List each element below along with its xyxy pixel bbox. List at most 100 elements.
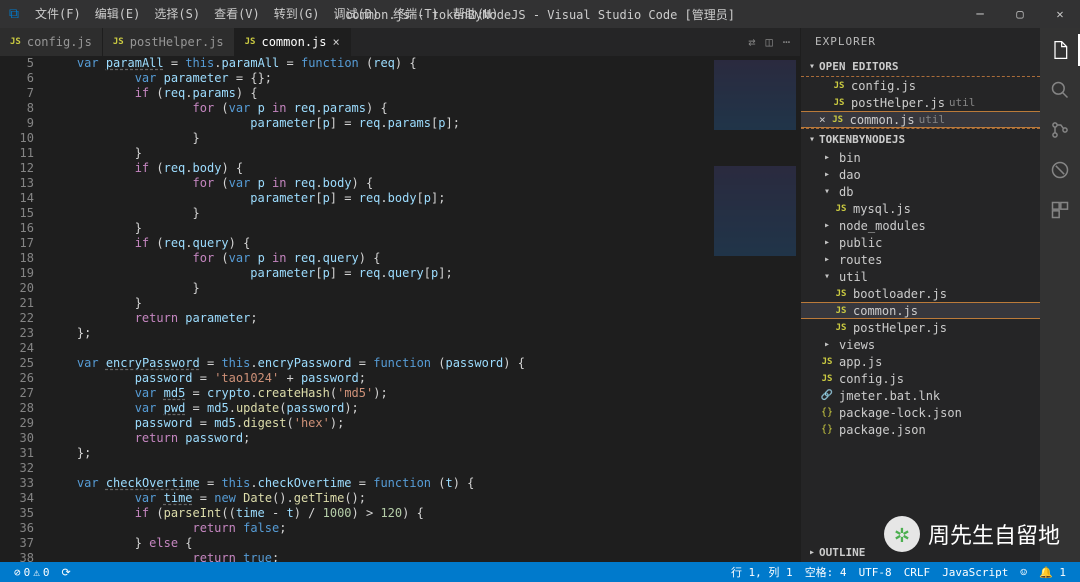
tree-node[interactable]: ▸bin — [801, 149, 1040, 166]
project-tree: ▸bin▸dao▾dbJSmysql.js▸node_modules▸publi… — [801, 149, 1040, 542]
code-line[interactable]: if (req.body) { — [48, 161, 800, 176]
code-line[interactable]: } — [48, 221, 800, 236]
json-icon: {} — [819, 405, 835, 421]
code-line[interactable]: password = 'tao1024' + password; — [48, 371, 800, 386]
code-line[interactable]: parameter[p] = req.query[p]; — [48, 266, 800, 281]
tree-node[interactable]: {}package.json — [801, 421, 1040, 438]
tree-node[interactable]: 🔗jmeter.bat.lnk — [801, 387, 1040, 404]
status-encoding[interactable]: UTF-8 — [853, 564, 898, 580]
tree-node[interactable]: ▾db — [801, 183, 1040, 200]
window-controls: ─ ▢ ✕ — [960, 0, 1080, 28]
code-line[interactable]: if (parseInt((time - t) / 1000) > 120) { — [48, 506, 800, 521]
close-button[interactable]: ✕ — [1040, 0, 1080, 28]
open-editor-item[interactable]: JSpostHelper.jsutil — [801, 94, 1040, 111]
tree-node[interactable]: {}package-lock.json — [801, 404, 1040, 421]
tab-postHelper-js[interactable]: JSpostHelper.js — [103, 28, 235, 56]
menu-item-4[interactable]: 转到(G) — [267, 0, 327, 28]
status-cursor[interactable]: 行 1, 列 1 — [725, 564, 799, 580]
chevron-right-icon: ▸ — [819, 167, 835, 183]
js-icon: JS — [831, 95, 847, 111]
outline-header[interactable]: ▸OUTLINE — [801, 542, 1040, 562]
tree-node[interactable]: JSapp.js — [801, 353, 1040, 370]
tree-node[interactable]: JSconfig.js — [801, 370, 1040, 387]
tree-node[interactable]: JSbootloader.js — [801, 285, 1040, 302]
tree-node[interactable]: ▸node_modules — [801, 217, 1040, 234]
source-control-icon[interactable] — [1048, 118, 1072, 142]
menu-item-0[interactable]: 文件(F) — [28, 0, 88, 28]
code-editor[interactable]: 5678910111213141516171819202122232425262… — [0, 56, 800, 562]
chevron-down-icon: ▾ — [819, 184, 835, 200]
code-line[interactable]: for (var p in req.body) { — [48, 176, 800, 191]
code-line[interactable]: }; — [48, 446, 800, 461]
more-icon[interactable]: ⋯ — [783, 35, 790, 49]
maximize-button[interactable]: ▢ — [1000, 0, 1040, 28]
code-line[interactable]: if (req.params) { — [48, 86, 800, 101]
tree-node[interactable]: JSmysql.js — [801, 200, 1040, 217]
code-line[interactable] — [48, 461, 800, 476]
code-line[interactable]: } — [48, 131, 800, 146]
tree-node[interactable]: JSpostHelper.js — [801, 319, 1040, 336]
status-errors[interactable]: ⊘0 ⚠0 — [8, 566, 56, 579]
tree-node[interactable]: ▾util — [801, 268, 1040, 285]
chevron-right-icon: ▸ — [819, 235, 835, 251]
code-line[interactable]: if (req.query) { — [48, 236, 800, 251]
tab-config-js[interactable]: JSconfig.js — [0, 28, 103, 56]
code-line[interactable]: var pwd = md5.update(password); — [48, 401, 800, 416]
menu-item-2[interactable]: 选择(S) — [147, 0, 207, 28]
status-sync[interactable]: ⟳ — [56, 566, 77, 579]
code-line[interactable]: } — [48, 146, 800, 161]
code-line[interactable]: password = md5.digest('hex'); — [48, 416, 800, 431]
close-icon[interactable]: × — [819, 113, 826, 126]
code-line[interactable] — [48, 341, 800, 356]
code-line[interactable]: } — [48, 296, 800, 311]
minimap[interactable] — [710, 56, 800, 562]
tree-node[interactable]: ▸public — [801, 234, 1040, 251]
code-line[interactable]: var md5 = crypto.createHash('md5'); — [48, 386, 800, 401]
code-line[interactable]: } — [48, 281, 800, 296]
status-notifications[interactable]: 🔔 1 — [1033, 564, 1072, 580]
status-feedback[interactable]: ☺ — [1014, 564, 1033, 580]
code-line[interactable]: for (var p in req.params) { — [48, 101, 800, 116]
code-line[interactable]: return parameter; — [48, 311, 800, 326]
open-editors-header[interactable]: ▾OPEN EDITORS — [801, 56, 1040, 76]
chevron-right-icon: ▸ — [819, 218, 835, 234]
close-icon[interactable]: × — [333, 35, 340, 49]
compare-icon[interactable]: ⇄ — [748, 35, 755, 49]
extensions-icon[interactable] — [1048, 198, 1072, 222]
tree-node[interactable]: ▸views — [801, 336, 1040, 353]
code-line[interactable]: }; — [48, 326, 800, 341]
code-line[interactable]: var checkOvertime = this.checkOvertime =… — [48, 476, 800, 491]
tree-node[interactable]: JScommon.js — [801, 302, 1040, 319]
code-line[interactable]: var time = new Date().getTime(); — [48, 491, 800, 506]
search-icon[interactable] — [1048, 78, 1072, 102]
open-editor-item[interactable]: ×JScommon.jsutil — [801, 111, 1040, 128]
open-editor-item[interactable]: JSconfig.js — [801, 77, 1040, 94]
files-icon[interactable] — [1048, 38, 1072, 62]
code-line[interactable]: } — [48, 206, 800, 221]
code-line[interactable]: var encryPassword = this.encryPassword =… — [48, 356, 800, 371]
code-line[interactable]: return false; — [48, 521, 800, 536]
tree-node[interactable]: ▸routes — [801, 251, 1040, 268]
debug-icon[interactable] — [1048, 158, 1072, 182]
split-icon[interactable]: ◫ — [766, 35, 773, 49]
menu-item-3[interactable]: 查看(V) — [207, 0, 267, 28]
code-line[interactable]: for (var p in req.query) { — [48, 251, 800, 266]
code-line[interactable]: } else { — [48, 536, 800, 551]
code-line[interactable]: return password; — [48, 431, 800, 446]
code-line[interactable]: var paramAll = this.paramAll = function … — [48, 56, 800, 71]
status-lang[interactable]: JavaScript — [936, 564, 1014, 580]
code-line[interactable]: parameter[p] = req.body[p]; — [48, 191, 800, 206]
status-eol[interactable]: CRLF — [898, 564, 937, 580]
code-line[interactable]: parameter[p] = req.params[p]; — [48, 116, 800, 131]
code-line[interactable]: return true; — [48, 551, 800, 562]
status-spaces[interactable]: 空格: 4 — [799, 564, 853, 580]
minimize-button[interactable]: ─ — [960, 0, 1000, 28]
code-line[interactable]: var parameter = {}; — [48, 71, 800, 86]
tab-common-js[interactable]: JScommon.js× — [235, 28, 351, 56]
code-body[interactable]: var paramAll = this.paramAll = function … — [48, 56, 800, 562]
tree-node[interactable]: ▸dao — [801, 166, 1040, 183]
line-gutter: 5678910111213141516171819202122232425262… — [0, 56, 48, 562]
js-icon: JS — [833, 303, 849, 319]
project-header[interactable]: ▾TOKENBYNODEJS — [801, 129, 1040, 149]
menu-item-1[interactable]: 编辑(E) — [88, 0, 148, 28]
